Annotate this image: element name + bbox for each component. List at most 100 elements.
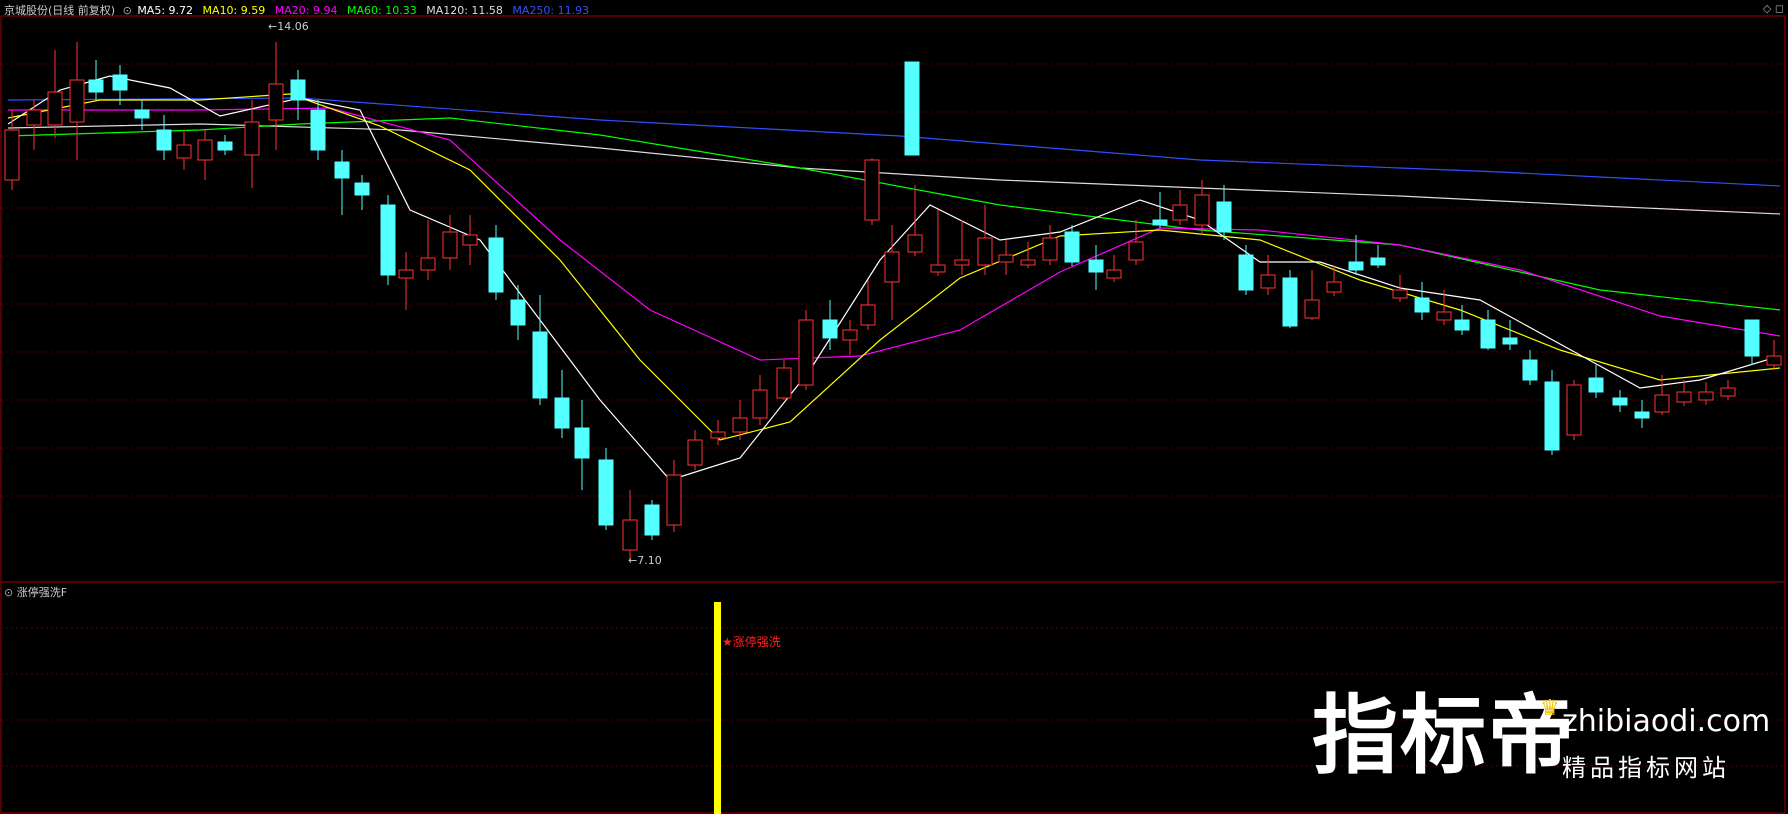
candle-up	[268, 42, 284, 150]
candle-up	[176, 130, 192, 170]
candle-down	[1634, 400, 1650, 428]
diamond-icon[interactable]: ◇	[1763, 2, 1771, 15]
candle-up	[1304, 270, 1320, 320]
candle-up	[69, 42, 85, 160]
candle-down	[1088, 245, 1104, 290]
candle-down	[574, 400, 590, 490]
ma250-label: MA250: 11.93	[512, 4, 590, 17]
candle-data-mark	[691, 579, 697, 648]
candle-down	[532, 295, 548, 405]
candle-data-mark	[75, 185, 81, 229]
candle-down	[1064, 225, 1080, 266]
candle-data-mark	[493, 341, 499, 354]
candle-data-mark	[471, 335, 477, 336]
ma60-label: MA60: 10.33	[346, 4, 417, 17]
candle-up	[1128, 220, 1144, 265]
collapse-icon[interactable]: ⊙	[123, 4, 132, 17]
candle-up	[776, 360, 792, 400]
candle-up	[1020, 242, 1036, 268]
candle-up	[864, 158, 880, 225]
candle-data-mark	[229, 253, 235, 266]
ma5-label: MA5: 9.72	[137, 4, 194, 17]
candle-down	[1480, 310, 1496, 350]
signal-bar	[714, 602, 721, 814]
candle-data-mark	[449, 341, 455, 354]
candle-data-mark	[515, 347, 521, 391]
indicator-title: 涨停强洗F	[16, 586, 68, 599]
candle-data-mark	[163, 197, 169, 203]
candle-down	[1544, 370, 1560, 455]
candle-down	[1282, 270, 1298, 328]
candle-up	[420, 220, 436, 280]
sub-panel-header: ⊙ 涨停强洗F	[4, 584, 67, 600]
candle-up	[977, 205, 993, 275]
candle-data-mark	[647, 648, 653, 667]
watermark: 指标帝 ♛ zhibiaodi.com 精品指标网站	[1312, 686, 1772, 806]
candle-down	[1414, 282, 1430, 320]
candle-down	[510, 285, 526, 340]
signal-label: ★涨停强洗	[722, 634, 781, 649]
candle-up	[1766, 340, 1782, 370]
candle-down	[644, 500, 660, 540]
collapse-icon[interactable]: ⊙	[4, 586, 13, 599]
crown-icon: ♛	[1540, 696, 1560, 721]
candle-down	[904, 61, 920, 156]
candle-up	[244, 100, 260, 188]
candle-down	[822, 300, 838, 350]
candle-data-mark	[53, 235, 59, 260]
candlestick-series	[4, 42, 1782, 667]
candle-up	[798, 310, 814, 390]
candle-down	[1238, 245, 1254, 295]
candle-down	[310, 100, 326, 160]
stock-title: 京城股份(日线 前复权)	[4, 4, 116, 17]
candle-data-mark	[207, 253, 213, 272]
candle-up	[954, 220, 970, 275]
candle-down	[1152, 192, 1168, 228]
candle-up	[197, 130, 213, 180]
candle-data-mark	[581, 504, 587, 542]
candle-data-mark	[97, 141, 103, 166]
candle-down	[1588, 365, 1604, 398]
candle-up	[26, 100, 42, 150]
candle-up	[398, 252, 414, 310]
window-icon[interactable]: ◻	[1775, 2, 1784, 15]
candle-data-mark	[9, 260, 15, 304]
low-annotation: ←7.10	[628, 554, 662, 567]
candle-up	[1654, 375, 1670, 415]
candle-up	[930, 210, 946, 276]
candle-data-mark	[603, 547, 609, 610]
candle-up	[666, 460, 682, 532]
candle-down	[380, 195, 396, 285]
candle-up	[1720, 380, 1736, 400]
candle-up	[842, 320, 858, 355]
chart-header: 京城股份(日线 前复权) ⊙ MA5: 9.72 MA10: 9.59 MA20…	[4, 2, 589, 18]
candle-up	[1042, 225, 1058, 265]
candle-down	[354, 175, 370, 210]
candle-data-mark	[185, 247, 191, 272]
ma10-label: MA10: 9.59	[202, 4, 266, 17]
candle-down	[88, 60, 104, 100]
ma20-label: MA20: 9.94	[274, 4, 338, 17]
candle-up	[1566, 380, 1582, 440]
candle-data-mark	[317, 191, 323, 229]
candle-data-mark	[119, 141, 125, 160]
candle-down	[1744, 319, 1760, 365]
candle-data-mark	[273, 166, 279, 241]
candle-data-mark	[427, 354, 433, 367]
high-annotation: ←14.06	[268, 20, 309, 33]
candle-down	[1612, 390, 1628, 412]
candle-up	[622, 490, 638, 560]
candle-up	[752, 375, 768, 425]
candle-up	[1260, 255, 1276, 295]
candle-down	[217, 135, 233, 155]
candle-down	[1216, 185, 1232, 240]
candle-data-mark	[251, 247, 257, 278]
candle-up	[4, 110, 20, 190]
candle-up	[998, 240, 1014, 275]
candle-down	[488, 225, 504, 300]
candle-data-mark	[31, 260, 37, 266]
candle-up	[442, 215, 458, 270]
ma120-label: MA120: 11.58	[426, 4, 503, 17]
candle-up	[1326, 265, 1342, 296]
candle-up	[1698, 382, 1714, 405]
